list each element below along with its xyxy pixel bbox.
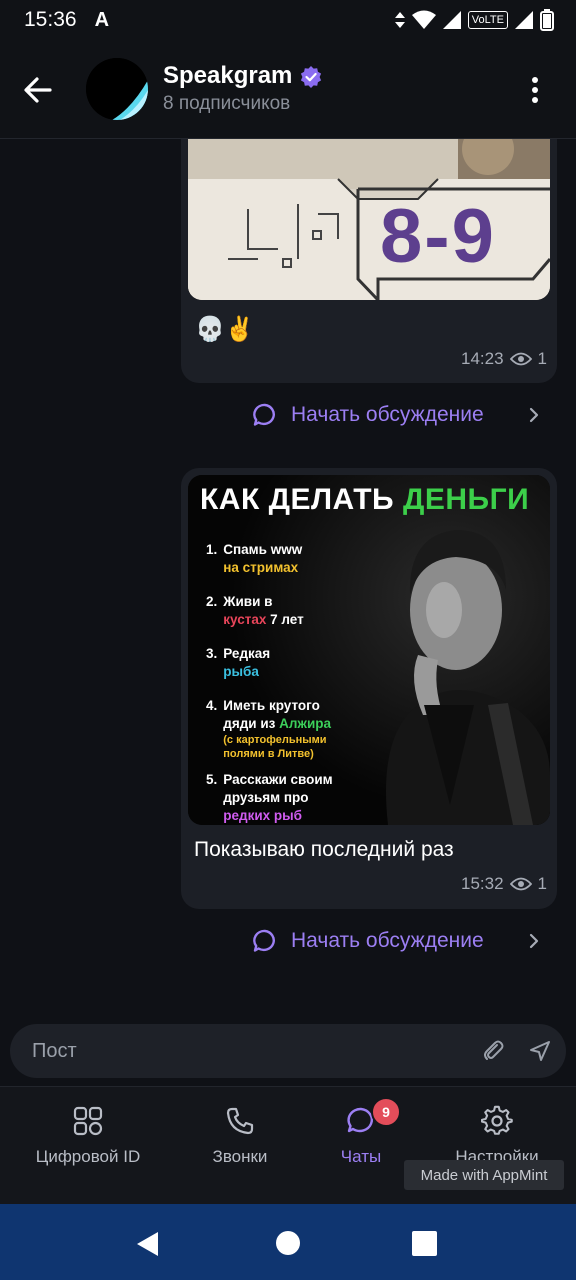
status-bar: 15:36 A VoLTE [0, 0, 576, 40]
image-list-item: 3. Редкая рыба [206, 646, 271, 679]
start-discussion-button[interactable]: Начать обсуждение [252, 923, 542, 959]
more-options-icon[interactable] [520, 72, 550, 108]
post-time: 14:23 [460, 349, 504, 368]
post-image[interactable]: 8-9 [188, 139, 550, 300]
image-label: 8-9 [380, 194, 496, 279]
system-home-icon[interactable] [275, 1230, 301, 1256]
status-icons: VoLTE [394, 9, 554, 31]
nav-calls-label: Звонки [212, 1147, 268, 1166]
send-icon[interactable] [528, 1039, 552, 1063]
discussion-bubble-icon [253, 403, 275, 426]
nav-settings[interactable]: Настройки [427, 1105, 567, 1167]
chevron-right-icon [529, 407, 539, 423]
discussion-bubble-icon [253, 929, 275, 952]
system-recents-icon[interactable] [412, 1231, 437, 1256]
appmint-watermark: Made with AppMint [404, 1160, 564, 1190]
post-views: 1 [537, 349, 547, 368]
post-caption: 💀✌️ [195, 316, 255, 343]
image-title-green: ДЕНЬГИ [402, 483, 530, 516]
post-meta: 14:23 1 [461, 349, 547, 369]
channel-avatar[interactable] [86, 58, 148, 120]
chats-unread-badge: 9 [371, 1097, 401, 1127]
views-eye-icon [509, 352, 532, 366]
start-discussion-label: Начать обсуждение [291, 929, 484, 952]
nav-digital-id-label: Цифровой ID [35, 1147, 141, 1166]
paperclip-icon[interactable] [480, 1038, 506, 1064]
battery-icon [540, 9, 554, 31]
start-discussion-button[interactable]: Начать обсуждение [252, 397, 542, 433]
nav-chats-label: Чаты [340, 1147, 382, 1166]
post-image[interactable]: КАК ДЕЛАТЬ ДЕНЬГИ 1. Спамь www на стримах… [188, 475, 550, 825]
signal-icon-2 [515, 11, 533, 29]
grid-icon [73, 1106, 103, 1136]
signal-icon [442, 11, 461, 29]
chevron-right-icon [529, 933, 539, 949]
phone-icon [226, 1107, 254, 1135]
verified-badge-icon [300, 66, 322, 88]
image-list-item: 1. Спамь www на стримах [206, 542, 303, 575]
nav-chats[interactable]: 9 Чаты [291, 1097, 431, 1167]
post-input-bar[interactable]: Пост [10, 1024, 566, 1078]
channel-post[interactable]: 8-9 💀✌️ 14:23 1 [181, 139, 557, 383]
post-caption: Показываю последний раз [194, 838, 454, 861]
app-notification-icon: A [94, 8, 110, 31]
image-title: КАК ДЕЛАТЬ ДЕНЬГИ [200, 483, 529, 517]
system-navigation-bar [0, 1204, 576, 1280]
image-list-item: 2. Живи в кустах 7 лет [206, 594, 304, 627]
nav-calls[interactable]: Звонки [170, 1105, 310, 1167]
channel-name[interactable]: Speakgram [163, 62, 292, 90]
image-list-item: 5. Расскажи своим друзьям про редких рыб [206, 772, 333, 823]
post-meta: 15:32 1 [461, 874, 547, 894]
back-arrow-icon[interactable] [18, 70, 58, 110]
wifi-icon [411, 10, 436, 29]
views-eye-icon [509, 877, 532, 891]
nav-digital-id[interactable]: Цифровой ID [18, 1105, 158, 1167]
channel-post[interactable]: КАК ДЕЛАТЬ ДЕНЬГИ 1. Спамь www на стримах… [181, 468, 557, 909]
post-time: 15:32 [460, 874, 504, 893]
subscriber-count: 8 подписчиков [163, 93, 291, 114]
system-back-icon[interactable] [134, 1230, 162, 1258]
start-discussion-label: Начать обсуждение [291, 403, 484, 426]
post-input[interactable]: Пост [32, 1040, 77, 1063]
data-arrows-icon [394, 12, 405, 28]
image-list-item: 4. Иметь крутого дяди из Алжира (с картоф… [206, 698, 332, 760]
gear-icon [481, 1105, 513, 1135]
status-time: 15:36 [24, 8, 77, 31]
volte-badge: VoLTE [467, 11, 508, 29]
image-title-white: КАК ДЕЛАТЬ [200, 483, 395, 516]
post-views: 1 [537, 874, 547, 893]
channel-header: Speakgram 8 подписчиков [0, 40, 576, 139]
message-feed[interactable]: 8-9 💀✌️ 14:23 1 Начать обсуждение КАК ДЕ… [0, 139, 576, 1024]
